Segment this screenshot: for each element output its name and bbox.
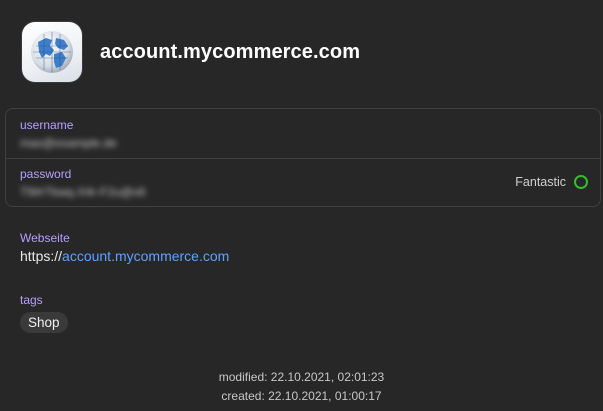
website-link[interactable]: account.mycommerce.com <box>62 248 229 264</box>
globe-icon <box>22 22 82 82</box>
website-scheme: https:// <box>20 248 63 264</box>
entry-header: account.mycommerce.com <box>22 22 360 82</box>
password-strength-label: Fantastic <box>515 175 566 189</box>
website-section: Webseite https://account.mycommerce.com <box>20 231 229 264</box>
username-label: username <box>20 118 74 132</box>
credentials-card: username max@example.de password T9#rTkw… <box>5 108 601 207</box>
password-label: password <box>20 167 72 181</box>
website-label: Webseite <box>20 231 70 245</box>
password-value[interactable]: T9#rTkwq-X4r-F2u@x6 <box>20 185 146 199</box>
username-value[interactable]: max@example.de <box>20 136 117 150</box>
tags-section: tags Shop <box>20 293 68 333</box>
created-timestamp: created: 22.10.2021, 01:00:17 <box>221 389 382 403</box>
strength-ring-icon <box>574 175 588 189</box>
timestamps: modified: 22.10.2021, 02:01:23 created: … <box>0 368 603 406</box>
entry-detail-view: account.mycommerce.com username max@exam… <box>0 0 603 411</box>
website-value: https://account.mycommerce.com <box>20 248 229 264</box>
tags-label: tags <box>20 293 43 307</box>
username-row[interactable]: username max@example.de <box>6 109 600 159</box>
modified-timestamp: modified: 22.10.2021, 02:01:23 <box>218 370 385 384</box>
password-row[interactable]: password T9#rTkwq-X4r-F2u@x6 Fantastic <box>6 158 600 207</box>
tag-chip[interactable]: Shop <box>20 312 68 333</box>
password-strength: Fantastic <box>515 175 588 189</box>
entry-title: account.mycommerce.com <box>100 40 361 63</box>
